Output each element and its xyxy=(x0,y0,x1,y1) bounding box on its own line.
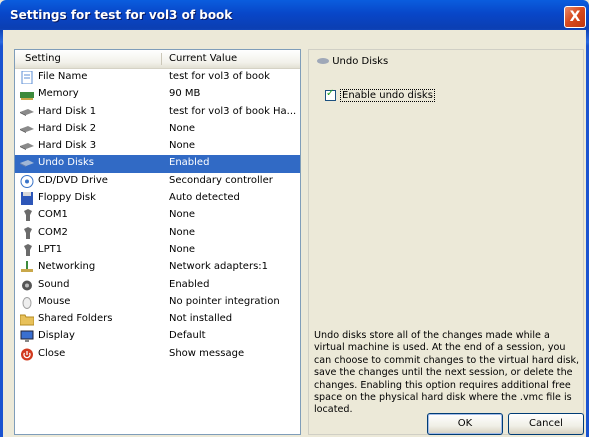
row-setting-label: LPT1 xyxy=(38,243,63,255)
cd-icon xyxy=(20,174,34,188)
enable-undo-disks-checkbox[interactable] xyxy=(325,88,336,101)
mouse-icon xyxy=(20,296,34,309)
row-setting-label: Hard Disk 1 xyxy=(38,105,97,117)
row-setting-label: Floppy Disk xyxy=(38,192,96,204)
row-setting-label: Memory xyxy=(38,88,79,100)
ok-button[interactable]: OK xyxy=(427,413,503,435)
list-row-com2[interactable]: COM2 None xyxy=(15,225,300,242)
list-row-file-name[interactable]: File Name test for vol3 of book xyxy=(15,69,300,86)
settings-list[interactable]: Setting Current Value File Name test for … xyxy=(14,49,301,435)
list-row-lpt1[interactable]: LPT1 None xyxy=(15,242,300,259)
com-port-icon xyxy=(20,209,34,222)
row-current-value: None xyxy=(169,243,196,255)
column-header-current-value[interactable]: Current Value xyxy=(169,53,237,64)
title-bar[interactable]: Settings for test for vol3 of book X xyxy=(0,0,589,30)
row-current-value: test for vol3 of book xyxy=(169,71,270,82)
list-row-hard-disk-3[interactable]: Hard Disk 3 None xyxy=(15,138,300,155)
hard-disk-icon xyxy=(20,106,34,119)
network-icon xyxy=(20,261,34,274)
settings-window: Settings for test for vol3 of book X Set… xyxy=(0,0,589,437)
row-setting-label: Close xyxy=(38,347,66,359)
row-setting-label: Undo Disks xyxy=(38,157,94,169)
list-row-display[interactable]: Display Default xyxy=(15,328,300,345)
row-current-value: Network adapters:1 xyxy=(169,261,269,273)
row-setting-label: Networking xyxy=(38,261,96,273)
settings-rows: File Name test for vol3 of book Memory 90 M… xyxy=(15,69,300,363)
section-title: Undo Disks xyxy=(317,56,388,67)
list-row-networking[interactable]: Networking Network adapters:1 xyxy=(15,259,300,276)
column-header-setting[interactable]: Setting xyxy=(25,53,61,64)
row-setting-label: CD/DVD Drive xyxy=(38,174,108,186)
list-row-hard-disk-1[interactable]: Hard Disk 1 test for vol3 of book Ha... xyxy=(15,104,300,121)
row-current-value: Auto detected xyxy=(169,192,240,204)
com-port-icon xyxy=(20,226,34,240)
file-icon xyxy=(20,70,34,85)
row-current-value: Show message xyxy=(169,347,245,359)
section-title-text: Undo Disks xyxy=(332,56,389,67)
undo-disk-icon xyxy=(20,157,34,170)
list-row-undo-disks[interactable]: Undo Disks Enabled xyxy=(15,155,300,173)
folder-icon xyxy=(19,313,35,326)
detail-panel: Undo Disks Enable undo disks Undo disks … xyxy=(308,49,584,435)
row-setting-label: Hard Disk 2 xyxy=(38,122,97,134)
row-setting-label: COM1 xyxy=(38,209,68,221)
row-current-value: Not installed xyxy=(169,313,233,325)
floppy-icon xyxy=(20,192,34,206)
dialog-client-area: Setting Current Value File Name test for … xyxy=(3,30,586,437)
column-divider[interactable] xyxy=(161,53,162,65)
list-header: Setting Current Value xyxy=(15,50,300,69)
row-current-value: None xyxy=(169,209,196,221)
sound-icon xyxy=(20,279,34,292)
row-setting-label: COM2 xyxy=(38,226,68,238)
hard-disk-icon xyxy=(20,140,34,153)
row-setting-label: File Name xyxy=(38,71,88,82)
hard-disk-icon xyxy=(20,123,34,136)
row-current-value: test for vol3 of book Ha... xyxy=(169,105,297,117)
memory-icon xyxy=(20,88,34,101)
close-window-icon: X xyxy=(569,9,581,25)
undo-disk-icon xyxy=(317,58,329,64)
list-row-mouse[interactable]: Mouse No pointer integration xyxy=(15,294,300,311)
row-current-value: 90 MB xyxy=(169,88,201,100)
row-current-value: None xyxy=(169,226,196,238)
enable-undo-disks-label[interactable]: Enable undo disks xyxy=(340,89,435,102)
close-window-button[interactable]: X xyxy=(564,6,586,28)
cancel-button[interactable]: Cancel xyxy=(508,413,584,435)
lpt-port-icon xyxy=(20,243,34,257)
window-title: Settings for test for vol3 of book xyxy=(10,8,233,22)
list-row-close[interactable]: Close Show message xyxy=(15,346,300,363)
list-row-memory[interactable]: Memory 90 MB xyxy=(15,86,300,103)
row-setting-label: Mouse xyxy=(38,295,71,307)
display-icon xyxy=(20,330,34,343)
list-row-shared-folders[interactable]: Shared Folders Not installed xyxy=(15,311,300,328)
row-current-value: Default xyxy=(169,330,206,342)
row-setting-label: Display xyxy=(38,330,75,342)
row-current-value: Secondary controller xyxy=(169,174,273,186)
close-icon xyxy=(20,348,34,361)
row-setting-label: Shared Folders xyxy=(38,313,113,325)
undo-disks-description: Undo disks store all of the changes made… xyxy=(314,330,580,416)
list-row-hard-disk-2[interactable]: Hard Disk 2 None xyxy=(15,121,300,138)
row-current-value: No pointer integration xyxy=(169,295,280,307)
row-current-value: Enabled xyxy=(169,157,210,169)
list-row-com1[interactable]: COM1 None xyxy=(15,207,300,224)
row-current-value: None xyxy=(169,122,196,134)
row-current-value: Enabled xyxy=(169,278,210,290)
list-row-floppy-disk[interactable]: Floppy Disk Auto detected xyxy=(15,190,300,207)
row-setting-label: Sound xyxy=(38,278,70,290)
row-setting-label: Hard Disk 3 xyxy=(38,140,97,152)
row-current-value: None xyxy=(169,140,196,152)
list-row-cd-dvd-drive[interactable]: CD/DVD Drive Secondary controller xyxy=(15,173,300,190)
list-row-sound[interactable]: Sound Enabled xyxy=(15,277,300,294)
